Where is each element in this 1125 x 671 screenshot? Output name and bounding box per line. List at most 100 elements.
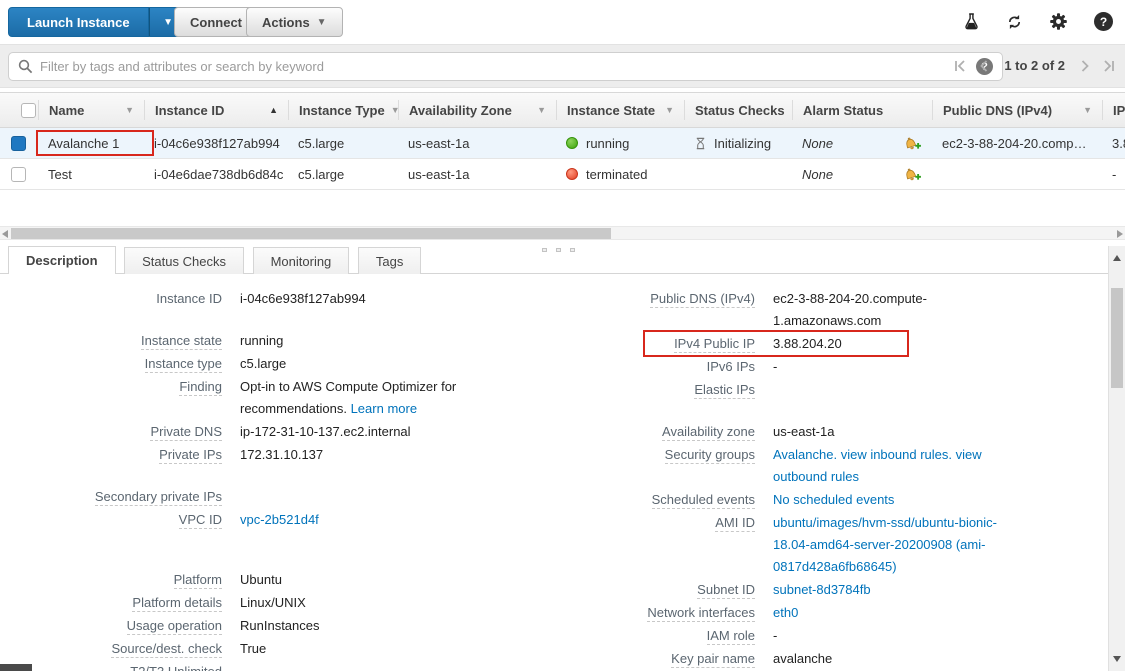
detail-value: Linux/UNIX	[240, 592, 306, 614]
horizontal-scrollbar-thumb[interactable]	[11, 228, 611, 239]
detail-value: vpc-2b521d4f	[240, 509, 319, 531]
table-row[interactable]: Test i-04e6dae738db6d84c c5.large us-eas…	[0, 159, 1125, 190]
scroll-right-icon[interactable]	[1117, 230, 1123, 238]
column-header-instance-state[interactable]: Instance State▼	[556, 100, 684, 120]
network-interfaces-link[interactable]: eth0	[773, 605, 798, 620]
column-header-status-checks[interactable]: Status Checks▼	[684, 100, 792, 120]
refresh-icon[interactable]	[1006, 14, 1023, 30]
first-page-icon[interactable]	[954, 60, 966, 72]
cell-name: Test	[38, 167, 144, 182]
cell-instance-state: running	[556, 136, 684, 151]
scroll-left-icon[interactable]	[2, 230, 8, 238]
next-page-icon[interactable]	[1081, 60, 1090, 72]
detail-value: running	[240, 330, 283, 352]
detail-row-ipv4-public-ip: IPv4 Public IP 3.88.204.20	[563, 333, 1098, 355]
column-header-name[interactable]: Name▼	[38, 100, 144, 120]
sort-caret-icon: ▼	[125, 105, 134, 115]
detail-row: Private DNS ip-172-31-10-137.ec2.interna…	[18, 421, 498, 443]
detail-value: avalanche	[773, 648, 832, 670]
detail-value: eth0	[773, 602, 798, 624]
tab-monitoring[interactable]: Monitoring	[253, 247, 350, 275]
prev-page-icon[interactable]	[979, 60, 988, 72]
tab-description[interactable]: Description	[8, 246, 116, 276]
column-header-instance-id[interactable]: Instance ID▲	[144, 100, 288, 120]
cell-instance-type: c5.large	[288, 167, 398, 182]
horizontal-scrollbar[interactable]	[0, 226, 1125, 240]
detail-row: Network interfaces eth0	[563, 602, 1098, 624]
filter-bar: ? 1 to 2 of 2	[0, 44, 1125, 88]
detail-row: Instance type c5.large	[18, 353, 498, 375]
vertical-scrollbar[interactable]	[1108, 246, 1125, 671]
detail-value: 3.88.204.20	[773, 333, 842, 355]
detail-row: Usage operation RunInstances	[18, 615, 498, 637]
detail-value: -	[773, 625, 777, 647]
help-icon[interactable]: ?	[1094, 12, 1113, 31]
column-header-public-dns[interactable]: Public DNS (IPv4)▼	[932, 100, 1102, 120]
security-groups-link[interactable]: Avalanche. view inbound rules. view outb…	[773, 447, 982, 484]
scroll-up-icon[interactable]	[1113, 255, 1121, 261]
launch-instance-label: Launch Instance	[27, 15, 130, 30]
row-checkbox[interactable]	[11, 167, 26, 182]
cell-alarm-status: None	[792, 167, 932, 182]
sort-caret-icon: ▼	[1083, 105, 1092, 115]
detail-row: Secondary private IPs	[18, 486, 498, 508]
connect-label: Connect	[190, 15, 242, 30]
cell-name: Avalanche 1	[38, 136, 144, 151]
tab-status-checks[interactable]: Status Checks	[124, 247, 244, 275]
detail-row: Elastic IPs	[563, 379, 1098, 401]
detail-value: ec2-3-88-204-20.compute-1.amazonaws.com	[773, 288, 1001, 332]
detail-row: Subnet ID subnet-8d3784fb	[563, 579, 1098, 601]
vertical-scrollbar-thumb[interactable]	[1111, 288, 1123, 388]
chevron-down-icon: ▼	[317, 17, 327, 28]
detail-row: Public DNS (IPv4) ec2-3-88-204-20.comput…	[563, 288, 1098, 332]
column-header-ip[interactable]: IPv	[1102, 100, 1125, 120]
checkbox-icon[interactable]	[21, 103, 36, 118]
table-row[interactable]: Avalanche 1 i-04c6e938f127ab994 c5.large…	[0, 128, 1125, 159]
subnet-id-link[interactable]: subnet-8d3784fb	[773, 582, 871, 597]
tab-tags[interactable]: Tags	[358, 247, 421, 275]
sort-asc-icon: ▲	[269, 105, 278, 115]
terminated-status-icon	[566, 168, 578, 180]
chevron-down-icon: ▼	[163, 17, 173, 28]
vpc-id-link[interactable]: vpc-2b521d4f	[240, 512, 319, 527]
experiments-flask-icon[interactable]	[964, 13, 979, 30]
table-header-row: Name▼ Instance ID▲ Instance Type▼ Availa…	[0, 92, 1125, 128]
launch-instance-button-group: Launch Instance ▼	[8, 7, 181, 37]
detail-row: Private IPs 172.31.10.137	[18, 444, 498, 466]
detail-tabs: Description Status Checks Monitoring Tag…	[0, 244, 1108, 274]
detail-value: -	[773, 356, 777, 378]
column-header-alarm-status[interactable]: Alarm Status	[792, 100, 932, 120]
row-checkbox-checked[interactable]	[11, 136, 26, 151]
pagination: 1 to 2 of 2	[954, 58, 1115, 73]
detail-value: RunInstances	[240, 615, 320, 637]
detail-value: True	[240, 638, 266, 660]
select-all-checkbox[interactable]	[0, 100, 38, 120]
detail-value: Avalanche. view inbound rules. view outb…	[773, 444, 1001, 488]
create-alarm-bell-icon[interactable]	[903, 136, 922, 151]
description-panel: Instance ID i-04c6e938f127ab994 Instance…	[0, 274, 1125, 671]
detail-value: c5.large	[240, 353, 286, 375]
column-header-availability-zone[interactable]: Availability Zone▼	[398, 100, 556, 120]
description-right-column: Public DNS (IPv4) ec2-3-88-204-20.comput…	[563, 288, 1098, 671]
search-box: ?	[8, 52, 1003, 81]
scroll-down-icon[interactable]	[1113, 656, 1121, 662]
detail-value: No scheduled events	[773, 489, 894, 511]
actions-button[interactable]: Actions ▼	[246, 7, 343, 37]
cell-public-dns: ec2-3-88-204-20.comp…	[932, 136, 1102, 151]
cell-instance-id: i-04c6e938f127ab994	[144, 136, 288, 151]
filter-input[interactable]	[40, 59, 976, 74]
detail-row: VPC ID vpc-2b521d4f	[18, 509, 498, 531]
launch-instance-button[interactable]: Launch Instance	[8, 7, 149, 37]
create-alarm-bell-icon[interactable]	[903, 167, 922, 182]
search-icon	[18, 59, 33, 74]
settings-gear-icon[interactable]	[1050, 13, 1067, 30]
column-header-instance-type[interactable]: Instance Type▼	[288, 100, 398, 120]
last-page-icon[interactable]	[1103, 60, 1115, 72]
scheduled-events-link[interactable]: No scheduled events	[773, 492, 894, 507]
cell-status-checks: Initializing	[684, 136, 792, 151]
cell-ip: -	[1102, 167, 1125, 182]
ami-id-link[interactable]: ubuntu/images/hvm-ssd/ubuntu-bionic-18.0…	[773, 515, 997, 574]
instances-table: Name▼ Instance ID▲ Instance Type▼ Availa…	[0, 92, 1125, 190]
learn-more-link[interactable]: Learn more	[351, 401, 417, 416]
detail-value: Ubuntu	[240, 569, 282, 591]
